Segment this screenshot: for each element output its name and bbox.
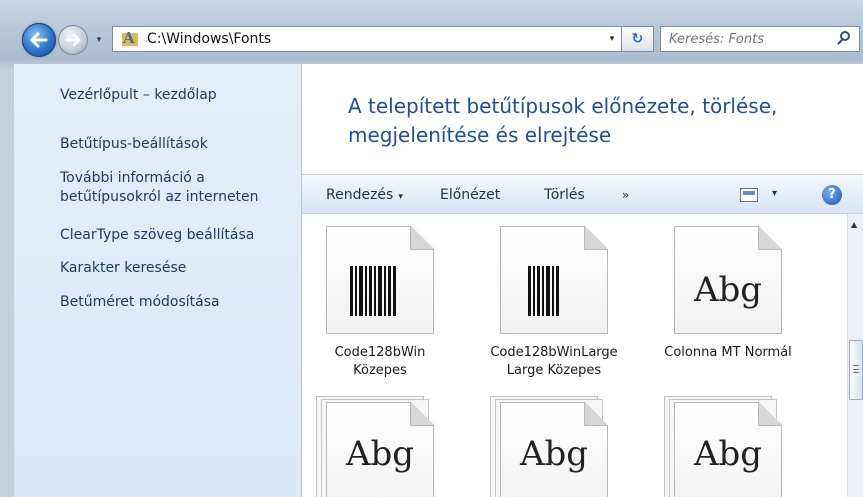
search-box[interactable] (660, 26, 860, 52)
help-icon[interactable]: ? (822, 185, 842, 205)
fonts-folder-icon: A (121, 30, 141, 48)
page-title: A telepített betűtípusok előnézete, törl… (348, 94, 778, 147)
scroll-up-icon[interactable]: ▲ (851, 220, 857, 229)
address-history-dropdown[interactable]: ▾ (603, 34, 621, 44)
control-panel-home-link[interactable]: Vezérlőpult – kezdőlap (60, 86, 217, 105)
search-input[interactable] (669, 31, 829, 47)
font-settings-link[interactable]: Betűtípus-beállítások (60, 135, 208, 154)
command-bar: Rendezés ▾ Előnézet Törlés » ▾ ? (302, 174, 863, 214)
address-bar[interactable]: A C:\Windows\Fonts ▾ (112, 26, 622, 52)
forward-button[interactable] (58, 25, 88, 55)
delete-button[interactable]: Törlés (544, 187, 585, 203)
fonts-grid: Code128bWin Közepes Code128bWinLarge Lar… (302, 214, 847, 497)
preview-button[interactable]: Előnézet (440, 187, 500, 203)
font-name: Colonna MT Normál (664, 345, 792, 360)
font-preview-icon: Abg (519, 434, 589, 474)
tasks-pane: Vezérlőpult – kezdőlap Betűtípus-beállít… (14, 64, 302, 497)
barcode-icon (350, 266, 398, 316)
fonts-online-info-link[interactable]: További információ a betűtípusokról az i… (60, 169, 300, 207)
back-button[interactable] (22, 23, 56, 57)
views-dropdown-icon[interactable]: ▾ (772, 188, 777, 199)
forward-arrow-icon (65, 33, 81, 47)
navigation-bar: ▾ A C:\Windows\Fonts ▾ ↻ (0, 6, 863, 62)
font-name: Code128bWin Közepes (334, 345, 426, 378)
font-preview-icon: Abg (693, 434, 763, 474)
organize-button[interactable]: Rendezés ▾ (326, 187, 403, 203)
recent-pages-dropdown[interactable]: ▾ (92, 33, 106, 47)
vertical-scrollbar[interactable]: ▲ (847, 214, 863, 497)
back-arrow-icon (30, 32, 48, 48)
scrollbar-thumb[interactable] (849, 340, 863, 400)
font-preview-icon: Abg (693, 270, 763, 310)
more-commands-button[interactable]: » (622, 188, 629, 202)
find-character-link[interactable]: Karakter keresése (60, 259, 186, 278)
organize-dropdown-icon: ▾ (398, 192, 403, 202)
barcode-icon (528, 266, 561, 316)
font-name: Code128bWinLarge Large Közepes (490, 345, 618, 378)
change-view-icon[interactable] (740, 188, 758, 202)
address-path[interactable]: C:\Windows\Fonts (147, 31, 603, 47)
cleartype-link[interactable]: ClearType szöveg beállítása (60, 226, 254, 245)
search-icon[interactable] (835, 29, 855, 49)
font-preview-icon: Abg (345, 434, 415, 474)
refresh-button[interactable]: ↻ (622, 26, 654, 52)
content-pane: A telepített betűtípusok előnézete, törl… (302, 64, 863, 497)
organize-label: Rendezés (326, 187, 394, 203)
change-font-size-link[interactable]: Betűméret módosítása (60, 293, 220, 312)
